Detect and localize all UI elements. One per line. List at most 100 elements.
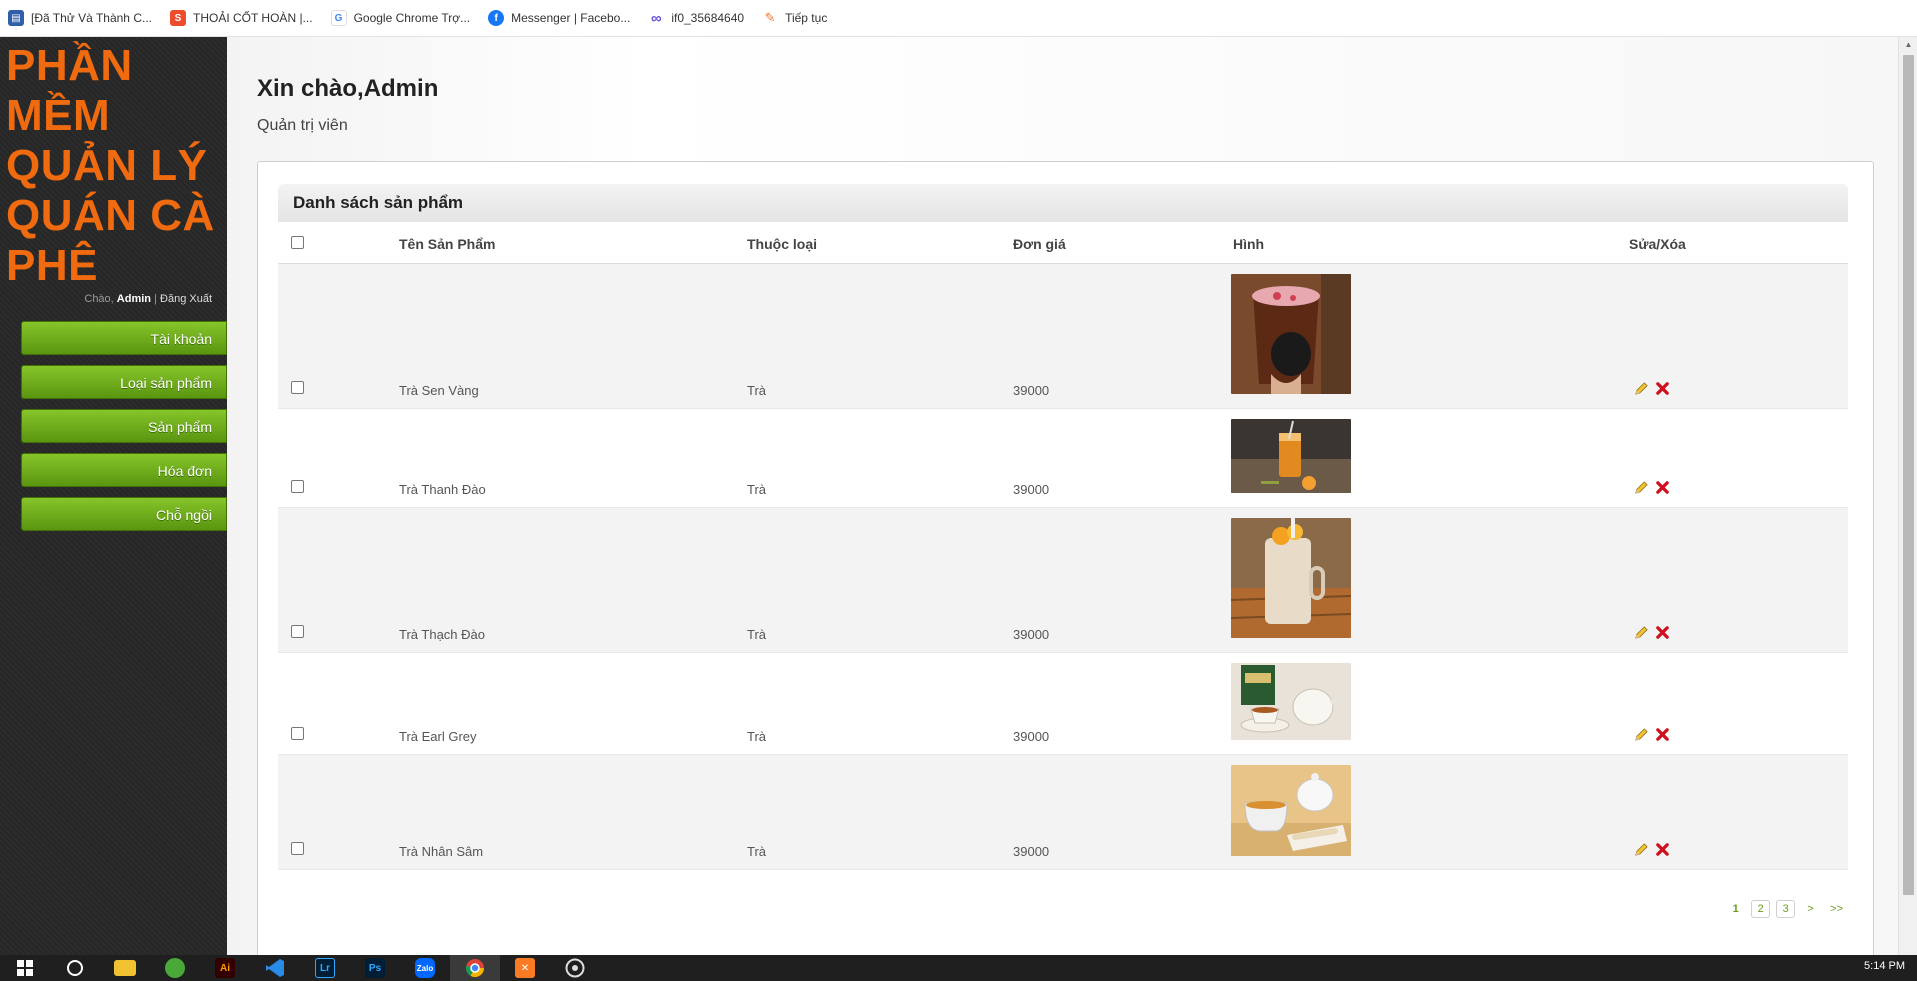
product-price: 39000: [1013, 729, 1050, 744]
table-header: Tên Sản Phẩm Thuộc loại Đơn giá Hình Sửa…: [278, 222, 1848, 264]
illustrator-icon[interactable]: Ai: [200, 955, 250, 981]
product-image: [1231, 419, 1351, 493]
column-price: Đơn giá: [1013, 236, 1066, 252]
delete-x-icon[interactable]: [1655, 625, 1670, 640]
product-price: 39000: [1013, 627, 1050, 642]
table-row: Trà Nhân Sâm Trà 39000: [278, 755, 1848, 870]
sidebar-item-products[interactable]: Sản phẩm: [21, 409, 227, 443]
edit-pencil-icon[interactable]: [1634, 381, 1649, 396]
row-checkbox[interactable]: [291, 381, 304, 394]
row-actions: [1634, 727, 1670, 742]
column-category: Thuộc loại: [747, 236, 817, 252]
product-price: 39000: [1013, 383, 1050, 398]
brand-line: PHẦN: [6, 41, 133, 90]
page-3[interactable]: 3: [1776, 900, 1796, 918]
sidebar-item-product-types[interactable]: Loại sản phẩm: [21, 365, 227, 399]
delete-x-icon[interactable]: [1655, 842, 1670, 857]
delete-x-icon[interactable]: [1655, 381, 1670, 396]
product-category: Trà: [747, 627, 767, 642]
page-1[interactable]: 1: [1726, 900, 1746, 918]
scroll-up-icon[interactable]: ▲: [1899, 37, 1917, 53]
edit-pencil-icon[interactable]: [1634, 625, 1649, 640]
windows-start-icon[interactable]: [0, 955, 50, 981]
bookmark-label: Messenger | Facebo...: [511, 11, 631, 25]
delete-x-icon[interactable]: [1655, 480, 1670, 495]
page-scrollbar[interactable]: ▲: [1898, 37, 1917, 955]
product-name: Trà Thạch Đào: [399, 627, 485, 642]
page-title: Xin chào,Admin: [257, 75, 439, 102]
sidebar-item-seats[interactable]: Chỗ ngồi: [21, 497, 227, 531]
obs-icon[interactable]: [550, 955, 600, 981]
bookmark-label: THOẢI CỐT HOÀN |...: [192, 11, 313, 25]
browser-icon[interactable]: [150, 955, 200, 981]
brand-line: QUÁN CÀ: [6, 191, 215, 240]
vscode-icon[interactable]: [250, 955, 300, 981]
product-image: [1231, 663, 1351, 740]
chrome-icon[interactable]: [450, 955, 500, 981]
google-icon: G: [330, 10, 347, 26]
bookmark-label: Tiếp tục: [785, 11, 828, 25]
table-row: Trà Sen Vàng Trà 39000: [278, 264, 1848, 409]
product-category: Trà: [747, 383, 767, 398]
zalo-icon[interactable]: Zalo: [400, 955, 450, 981]
product-price: 39000: [1013, 482, 1050, 497]
sidebar-item-accounts[interactable]: Tài khoản: [21, 321, 227, 355]
edit-pencil-icon[interactable]: [1634, 727, 1649, 742]
shop-icon: S: [169, 10, 186, 26]
column-name: Tên Sản Phẩm: [399, 236, 496, 252]
bookmark-4[interactable]: ∞ if0_35684640: [648, 10, 745, 27]
bookmark-5[interactable]: ✎ Tiếp tục: [762, 10, 827, 26]
facebook-icon: f: [488, 10, 505, 26]
peach-jelly-tea-image: [1231, 518, 1351, 638]
user-name: Admin: [116, 293, 152, 305]
feather-icon: ✎: [762, 10, 779, 26]
sidebar-item-invoices[interactable]: Hóa đơn: [21, 453, 227, 487]
product-category: Trà: [747, 729, 767, 744]
page-subtitle: Quản trị viên: [257, 117, 348, 134]
row-checkbox[interactable]: [291, 727, 304, 740]
clock-time: 5:14 PM: [1864, 960, 1905, 972]
file-explorer-icon[interactable]: [100, 955, 150, 981]
product-image: [1231, 518, 1351, 638]
bookmark-label: if0_35684640: [671, 11, 745, 25]
scroll-thumb[interactable]: [1903, 55, 1914, 895]
product-name: Trà Earl Grey: [399, 729, 477, 744]
row-checkbox[interactable]: [291, 480, 304, 493]
edit-pencil-icon[interactable]: [1634, 480, 1649, 495]
bookmark-3[interactable]: f Messenger | Facebo...: [488, 10, 630, 26]
infinity-icon: ∞: [648, 10, 665, 27]
product-category: Trà: [747, 844, 767, 859]
column-actions: Sửa/Xóa: [1629, 236, 1686, 252]
bookmark-label: [Đã Thử Và Thành C...: [31, 11, 152, 25]
bookmark-0[interactable]: ▤ [Đã Thử Và Thành C...: [8, 10, 152, 26]
bookmark-label: Google Chrome Trợ...: [353, 11, 471, 25]
sidebar: PHẦN MỀM QUẢN LÝ QUÁN CÀ PHÊ Chào, Admin…: [0, 37, 227, 955]
taskbar: Ai Lr Ps Zalo ✕ 5:14 PM: [0, 955, 1917, 981]
row-checkbox[interactable]: [291, 625, 304, 638]
row-checkbox[interactable]: [291, 842, 304, 855]
iced-peach-tea-image: [1231, 419, 1351, 493]
page-2[interactable]: 2: [1751, 900, 1771, 918]
brand-line: MỀM: [6, 91, 111, 140]
last-page[interactable]: >>: [1826, 900, 1847, 918]
xampp-icon[interactable]: ✕: [500, 955, 550, 981]
product-name: Trà Nhân Sâm: [399, 844, 484, 859]
main-content: Xin chào,Admin Quản trị viên Danh sách s…: [227, 37, 1898, 961]
select-all-checkbox[interactable]: [291, 236, 304, 249]
photoshop-icon[interactable]: Ps: [350, 955, 400, 981]
product-image: [1231, 274, 1351, 394]
logout-link[interactable]: Đăng Xuất: [160, 293, 212, 305]
search-icon[interactable]: [50, 955, 100, 981]
product-price: 39000: [1013, 844, 1050, 859]
sidebar-menu: Tài khoản Loại sản phẩm Sản phẩm Hóa đơn…: [0, 321, 227, 531]
table-row: Trà Thanh Đào Trà 39000: [278, 409, 1848, 508]
table-row: Trà Thạch Đào Trà 39000: [278, 508, 1848, 653]
lightroom-icon[interactable]: Lr: [300, 955, 350, 981]
bookmark-1[interactable]: S THOẢI CỐT HOÀN |...: [169, 10, 313, 26]
page-icon: ▤: [8, 10, 24, 26]
brand-title: PHẦN MỀM QUẢN LÝ QUÁN CÀ PHÊ: [0, 37, 227, 291]
next-page[interactable]: >: [1801, 900, 1821, 918]
edit-pencil-icon[interactable]: [1634, 842, 1649, 857]
bookmark-2[interactable]: G Google Chrome Trợ...: [330, 10, 471, 26]
delete-x-icon[interactable]: [1655, 727, 1670, 742]
